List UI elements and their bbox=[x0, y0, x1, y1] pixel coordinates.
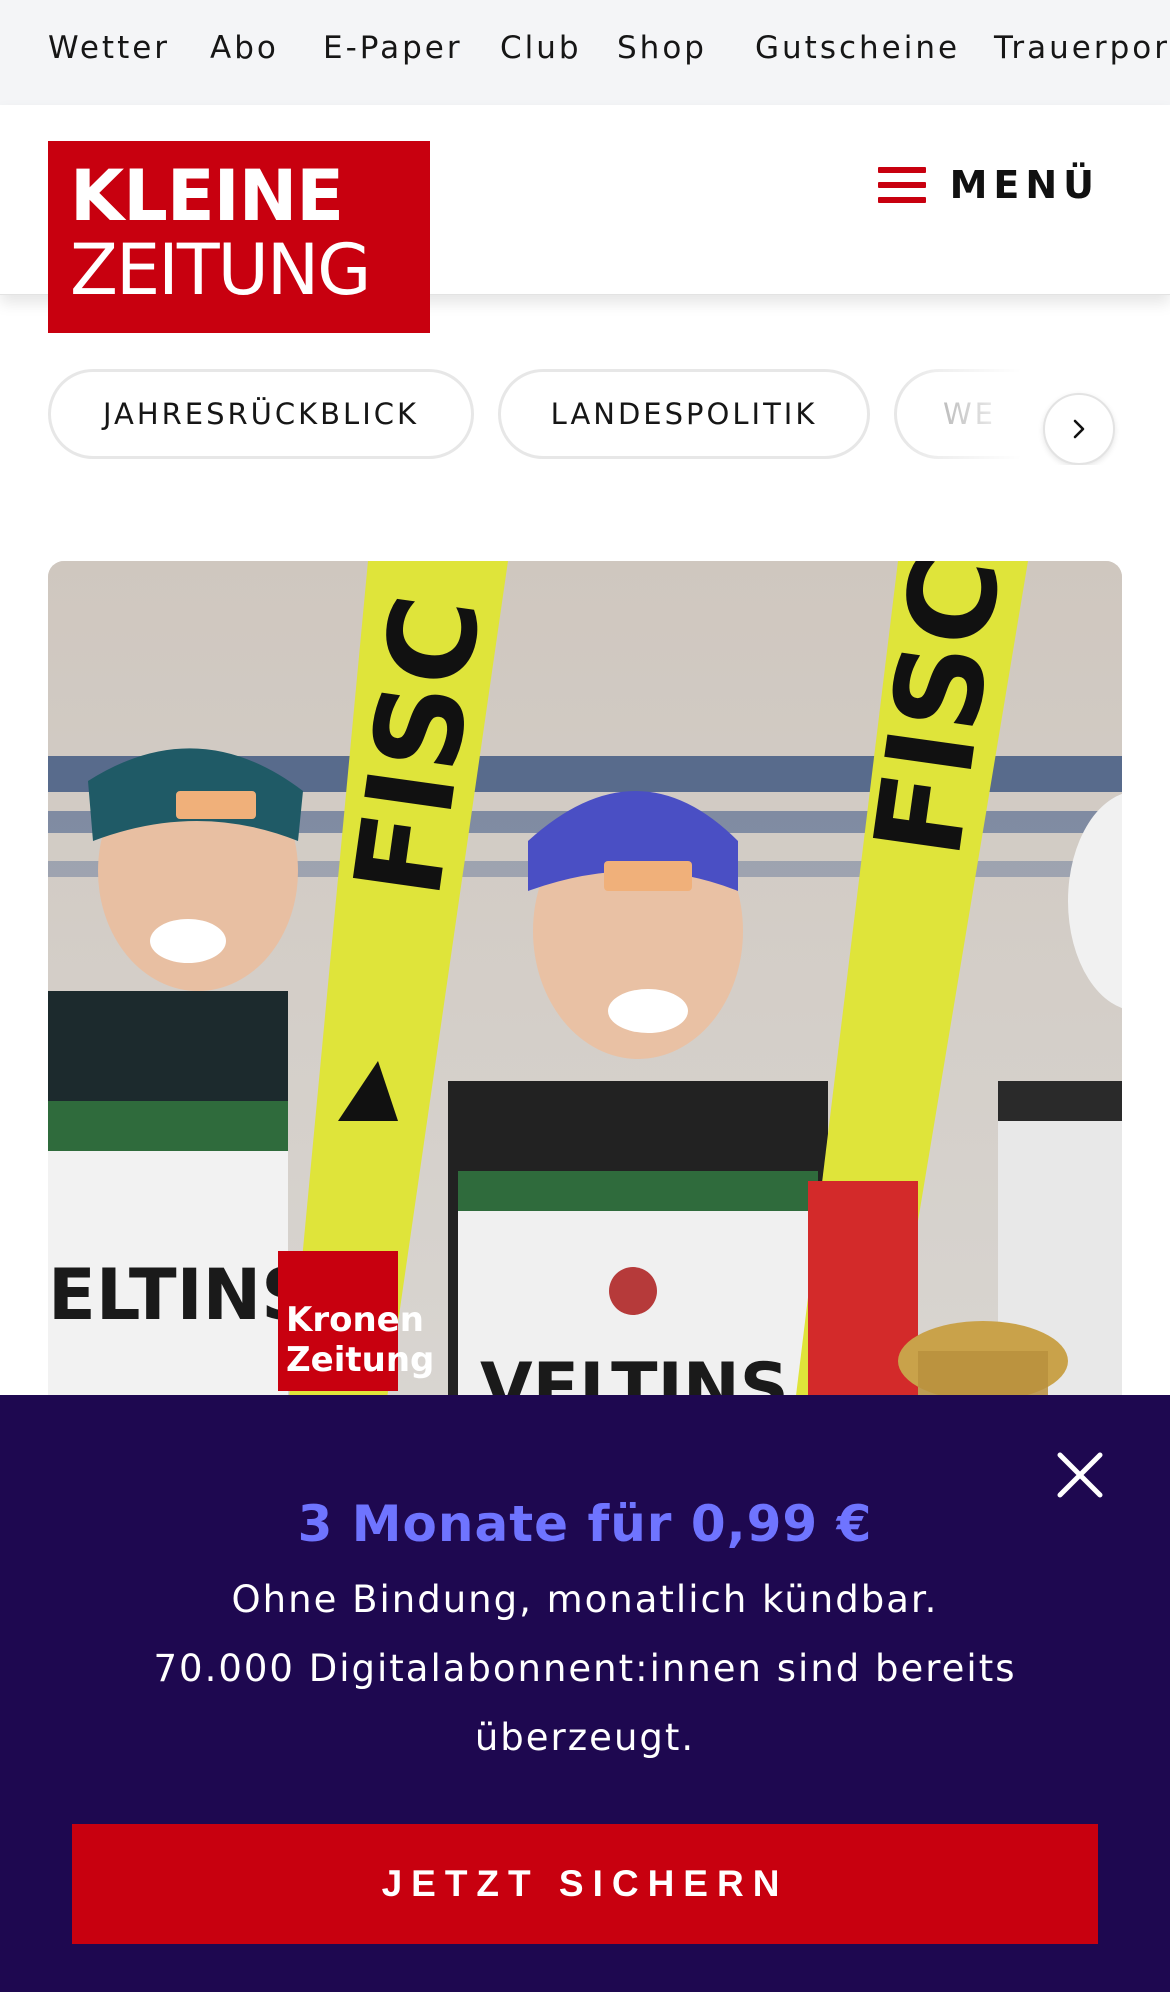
topnav-item-wetter[interactable]: Wetter bbox=[48, 30, 170, 66]
topnav-item-trauerportal[interactable]: Trauerportal bbox=[994, 30, 1170, 66]
chips-next-button[interactable] bbox=[1043, 393, 1115, 465]
jersey-text-left: ELTINS bbox=[48, 1254, 312, 1336]
category-chips: JAHRESRÜCKBLICK LANDESPOLITIK WE bbox=[0, 365, 1170, 465]
offer-title: 3 Monate für 0,99 € bbox=[297, 1495, 873, 1553]
chip-fade-overlay bbox=[900, 365, 1170, 465]
logo-line-2: ZEITUNG bbox=[70, 229, 371, 311]
subscription-paywall: 3 Monate für 0,99 € Ohne Bindung, monatl… bbox=[0, 1395, 1170, 1992]
kleine-zeitung-logo[interactable]: KLEINE ZEITUNG bbox=[48, 141, 430, 333]
topnav-item-club[interactable]: Club bbox=[500, 30, 582, 66]
menu-button[interactable]: MENÜ bbox=[877, 155, 1100, 215]
svg-text:Zeitung: Zeitung bbox=[286, 1340, 434, 1380]
offer-line-1: Ohne Bindung, monatlich kündbar. bbox=[231, 1578, 939, 1621]
menu-label: MENÜ bbox=[949, 163, 1100, 207]
bib-text: Kronen bbox=[286, 1300, 424, 1340]
hero-article-image[interactable]: ELTINS FISC VELTINS FISC Kronen Zeitung bbox=[48, 561, 1122, 1461]
offer-line-2: 70.000 Digitalabonnent:innen sind bereit… bbox=[153, 1647, 1017, 1759]
site-header: KLEINE ZEITUNG MENÜ bbox=[0, 105, 1170, 333]
topnav-item-gutscheine[interactable]: Gutscheine bbox=[755, 30, 960, 66]
jetzt-sichern-button[interactable]: JETZT SICHERN bbox=[72, 1824, 1098, 1944]
logo-line-1: KLEINE bbox=[70, 155, 344, 237]
chevron-right-icon bbox=[1073, 419, 1085, 439]
ski-jumpers-photo: ELTINS FISC VELTINS FISC Kronen Zeitung bbox=[48, 561, 1122, 1461]
topnav-item-epaper[interactable]: E-Paper bbox=[323, 30, 463, 66]
hamburger-icon bbox=[877, 167, 926, 203]
chip-landespolitik[interactable]: LANDESPOLITIK bbox=[498, 369, 870, 459]
topnav-item-abo[interactable]: Abo bbox=[210, 30, 279, 66]
topnav-item-shop[interactable]: Shop bbox=[617, 30, 707, 66]
chip-jahresrueckblick[interactable]: JAHRESRÜCKBLICK bbox=[48, 369, 474, 459]
offer-description: Ohne Bindung, monatlich kündbar. 70.000 … bbox=[140, 1565, 1030, 1772]
top-utility-nav: Wetter Abo E-Paper Club Shop Gutscheine … bbox=[0, 0, 1170, 105]
